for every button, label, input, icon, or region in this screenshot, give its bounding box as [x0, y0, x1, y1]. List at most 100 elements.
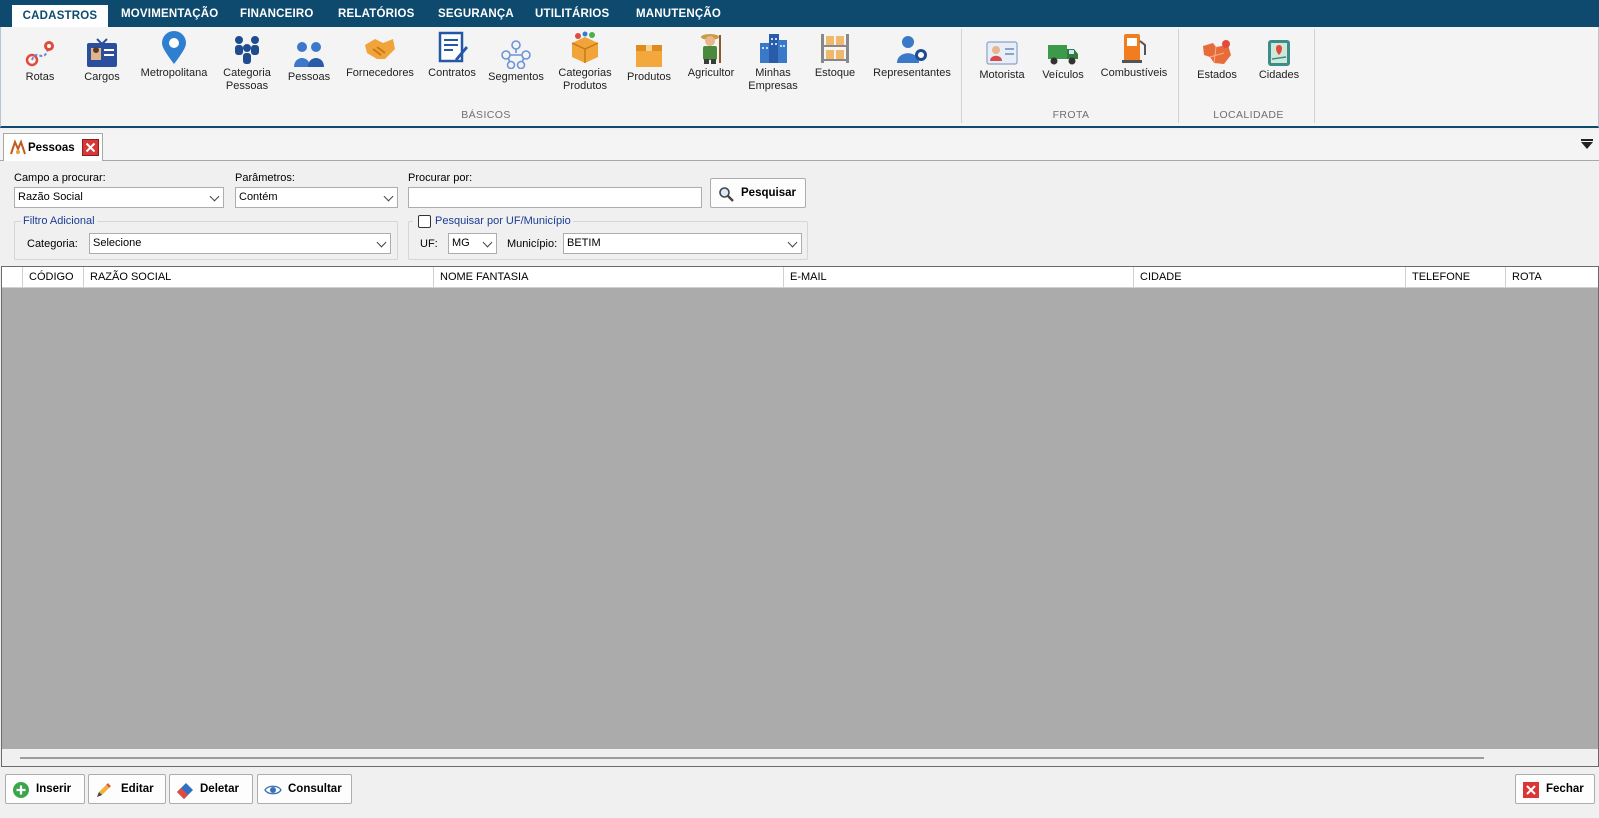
ribbon-group-localidade: LOCALIDADE — [1213, 109, 1284, 121]
scrollbar-track[interactable] — [20, 757, 1484, 759]
parametros-label: Parâmetros: — [235, 172, 295, 184]
ribbon-button-pessoas[interactable]: Pessoas — [287, 39, 331, 84]
fechar-button[interactable]: Fechar — [1515, 774, 1595, 804]
uf-select-value: MG — [452, 237, 470, 249]
procurar-input[interactable] — [408, 187, 702, 208]
ribbon-group-frota: FROTA — [1052, 109, 1090, 121]
ribbon-label-metropolitana: Metropolitana — [140, 67, 208, 79]
column-header-razao-social[interactable]: RAZÃO SOCIAL — [83, 267, 433, 287]
horizontal-scrollbar[interactable] — [2, 749, 1598, 766]
ribbon-label-cidades: Cidades — [1258, 69, 1300, 81]
document-tab-pessoas[interactable]: Pessoas — [3, 133, 103, 161]
ribbon-button-representantes[interactable]: Representantes — [869, 33, 955, 80]
ribbon-label-contratos: Contratos — [428, 67, 476, 79]
product-box-icon — [571, 31, 599, 63]
chevron-down-icon — [787, 237, 798, 248]
ribbon-button-rotas[interactable]: Rotas — [19, 37, 61, 84]
state-map-icon — [1203, 40, 1231, 64]
ribbon-button-fornecedores[interactable]: Fornecedores — [344, 33, 416, 80]
ribbon-button-cargos[interactable]: Cargos — [81, 37, 123, 84]
ribbon-button-contratos[interactable]: Contratos — [425, 31, 479, 80]
ribbon-label-empresas: Empresas — [748, 80, 798, 92]
menu-tab-movimentacao[interactable]: MOVIMENTAÇÃO — [121, 6, 218, 27]
truck-icon — [1048, 45, 1078, 65]
municipio-select[interactable]: BETIM — [563, 233, 802, 254]
filtro-adicional-legend: Filtro Adicional — [21, 215, 97, 227]
ribbon-label-produtos: Produtos — [626, 71, 672, 83]
deletar-button[interactable]: Deletar — [169, 774, 253, 804]
app-logo-icon — [10, 139, 26, 155]
filtro-adicional-group: Filtro Adicional Categoria: Selecione — [14, 215, 398, 260]
menu-tab-cadastros[interactable]: CADASTROS — [12, 5, 108, 27]
ribbon-button-segmentos[interactable]: Segmentos — [486, 39, 546, 84]
campo-select[interactable]: Razão Social — [14, 187, 224, 208]
uf-select[interactable]: MG — [448, 233, 497, 254]
ribbon-label-categoria: Categoria — [223, 67, 271, 79]
ribbon-button-cidades[interactable]: Cidades — [1255, 37, 1303, 82]
uf-municipio-checkbox[interactable] — [418, 215, 431, 228]
ribbon-button-produtos[interactable]: Produtos — [623, 39, 675, 84]
segments-network-icon — [501, 40, 531, 69]
fuel-pump-icon — [1122, 34, 1146, 63]
ribbon-button-combustiveis[interactable]: Combustíveis — [1097, 31, 1171, 80]
ribbon-label-minhas: Minhas — [755, 67, 791, 79]
shelves-icon — [821, 34, 849, 63]
pesquisar-button[interactable]: Pesquisar — [710, 178, 806, 208]
ribbon-button-veiculos[interactable]: Veículos — [1037, 37, 1089, 82]
ribbon-button-categoria-pessoas[interactable]: Categoria Pessoas — [217, 33, 277, 93]
column-header-cidade[interactable]: CIDADE — [1133, 267, 1405, 287]
consultar-button-label: Consultar — [288, 783, 342, 795]
ribbon-separator — [1178, 29, 1179, 123]
ribbon-label-estados: Estados — [1197, 69, 1237, 81]
document-tab-strip: Pessoas — [0, 130, 1599, 161]
menu-tab-seguranca[interactable]: SEGURANÇA — [438, 6, 514, 27]
column-header-email[interactable]: E-MAIL — [783, 267, 1133, 287]
ribbon-label-pessoas: Pessoas — [287, 71, 331, 83]
fechar-button-label: Fechar — [1546, 783, 1584, 795]
ribbon-label-cargos: Cargos — [84, 71, 120, 83]
menu-tab-financeiro[interactable]: FINANCEIRO — [240, 6, 314, 27]
editar-button[interactable]: Editar — [88, 774, 166, 804]
menu-tab-utilitarios[interactable]: UTILITÁRIOS — [535, 6, 609, 27]
ribbon-button-motorista[interactable]: Motorista — [975, 37, 1029, 82]
menu-bar: CADASTROS MOVIMENTAÇÃO FINANCEIRO RELATÓ… — [0, 0, 1599, 27]
pessoas-grid[interactable]: CÓDIGO RAZÃO SOCIAL NOME FANTASIA E-MAIL… — [1, 266, 1599, 767]
ribbon-button-minhas-empresas[interactable]: Minhas Empresas — [746, 31, 800, 93]
representative-icon — [897, 36, 927, 63]
inserir-button[interactable]: Inserir — [5, 774, 85, 804]
contract-icon — [438, 31, 468, 63]
column-header-telefone[interactable]: TELEFONE — [1405, 267, 1505, 287]
campo-select-value: Razão Social — [18, 191, 83, 203]
eye-icon — [264, 785, 282, 795]
ribbon-label-fornecedores: Fornecedores — [346, 67, 414, 79]
id-card-icon — [87, 38, 117, 67]
map-pin-icon — [162, 31, 186, 64]
ribbon-group-basicos: BÁSICOS — [461, 109, 511, 121]
ribbon-button-metropolitana[interactable]: Metropolitana — [137, 31, 211, 80]
inserir-button-label: Inserir — [36, 783, 72, 795]
consultar-button[interactable]: Consultar — [257, 774, 352, 804]
grid-header: CÓDIGO RAZÃO SOCIAL NOME FANTASIA E-MAIL… — [2, 267, 1598, 288]
categoria-select[interactable]: Selecione — [89, 233, 391, 254]
ribbon-button-agricultor[interactable]: Agricultor — [684, 31, 738, 80]
ribbon-label-combustiveis: Combustíveis — [1100, 67, 1168, 79]
route-icon — [25, 41, 54, 67]
ribbon-label-rotas: Rotas — [25, 71, 55, 83]
add-icon — [13, 782, 29, 798]
column-header-rota[interactable]: ROTA — [1505, 267, 1598, 287]
ribbon-button-estoque[interactable]: Estoque — [809, 31, 861, 80]
column-header-nome-fantasia[interactable]: NOME FANTASIA — [433, 267, 783, 287]
column-header-codigo[interactable]: CÓDIGO — [22, 267, 83, 287]
parametros-select[interactable]: Contém — [235, 187, 398, 208]
city-map-icon — [1268, 40, 1290, 66]
menu-tab-manutencao[interactable]: MANUTENÇÃO — [636, 6, 721, 27]
people-group-icon — [235, 36, 259, 64]
ribbon-button-categorias-produtos[interactable]: Categorias Produtos — [553, 31, 617, 93]
ribbon-label-representantes: Representantes — [873, 67, 951, 79]
menu-tab-relatorios[interactable]: RELATÓRIOS — [338, 6, 415, 27]
close-tab-icon[interactable] — [82, 139, 99, 156]
tab-list-dropdown-icon[interactable] — [1581, 139, 1593, 149]
ribbon-button-estados[interactable]: Estados — [1191, 37, 1243, 82]
handshake-icon — [365, 39, 395, 59]
uf-municipio-legend: Pesquisar por UF/Município — [413, 215, 573, 227]
